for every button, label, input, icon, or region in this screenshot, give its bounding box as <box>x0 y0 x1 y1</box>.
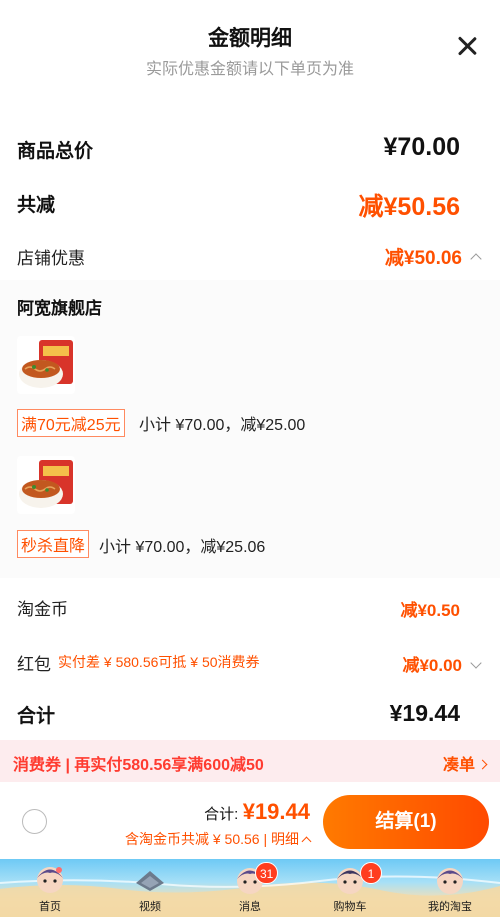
product-image-2 <box>17 456 75 514</box>
tab-profile-label: 我的淘宝 <box>428 901 472 913</box>
tab-profile[interactable]: 我的淘宝 <box>400 859 500 917</box>
coins-value: 减¥0.50 <box>400 601 460 620</box>
reduce-label: 共减 <box>17 195 56 216</box>
detail-text: 含淘金币共减 ¥ 50.56 | 明细 <box>124 831 299 847</box>
select-all-radio[interactable] <box>22 809 47 834</box>
video-icon <box>136 871 164 891</box>
goods-total-label: 商品总价 <box>17 141 94 162</box>
tab-messages-label: 消息 <box>239 901 261 913</box>
promo-tag-1: 满70元减25元 <box>17 409 125 437</box>
tab-home-label: 首页 <box>39 901 61 913</box>
checkout-total: 合计: ¥19.44 <box>204 799 310 825</box>
total-value: ¥19.44 <box>389 700 460 726</box>
home-avatar-icon <box>37 867 63 893</box>
tab-video-label: 视频 <box>139 901 161 913</box>
total-label: 合计 <box>17 706 56 727</box>
tab-cart-label: 购物车 <box>333 901 367 913</box>
amount-detail-sheet: 金额明细 实际优惠金额请以下单页为准 商品总价 ¥70.00 共减 减¥50.5… <box>0 0 500 785</box>
caret-up-icon <box>301 836 312 847</box>
checkout-button[interactable]: 结算(1) <box>323 795 489 849</box>
store-name: 阿宽旗舰店 <box>17 299 102 318</box>
cart-badge: 1 <box>360 862 382 884</box>
sheet-title: 金额明细 <box>208 27 292 50</box>
coins-label: 淘金币 <box>17 600 68 619</box>
checkout-total-label: 合计: <box>204 806 239 823</box>
hongbao-note: 实付差 ¥ 580.56可抵 ¥ 50消费券 <box>58 654 260 670</box>
close-icon[interactable] <box>452 32 482 62</box>
profile-avatar-icon <box>437 868 463 894</box>
chevron-up-icon[interactable] <box>470 253 482 265</box>
promo-tag-2: 秒杀直降 <box>17 530 90 558</box>
checkout-bar: 合计: ¥19.44 含淘金币共减 ¥ 50.56 | 明细 结算(1) <box>0 785 500 859</box>
detail-toggle[interactable]: 含淘金币共减 ¥ 50.56 | 明细 <box>124 829 312 849</box>
add-items-link[interactable]: 凑单 <box>442 751 488 775</box>
coupon-bar: 消费券 | 再实付580.56享满600减50 凑单 <box>0 740 500 782</box>
tab-home[interactable]: 首页 <box>0 859 100 917</box>
tab-messages[interactable]: 31 消息 <box>200 859 300 917</box>
item-subtotal-2: 小计 ¥70.00，减¥25.06 <box>99 539 266 556</box>
store-discount-detail: 阿宽旗舰店 满70元减25元 小计 ¥70.00，减¥25.00 秒杀直降 小计… <box>0 280 500 578</box>
reduce-value: 减¥50.56 <box>358 193 460 221</box>
tab-video[interactable]: 视频 <box>100 859 200 917</box>
hongbao-value: 减¥0.00 <box>402 656 462 675</box>
messages-badge: 31 <box>255 862 279 884</box>
tab-cart[interactable]: 1 购物车 <box>300 859 400 917</box>
goods-total-value: ¥70.00 <box>383 133 460 161</box>
chevron-right-icon <box>477 759 488 770</box>
chevron-down-icon[interactable] <box>470 657 482 669</box>
product-image-1 <box>17 336 75 394</box>
bottom-tab-bar: 首页 视频 31 消息 1 购物车 我的淘宝 <box>0 859 500 917</box>
checkout-total-value: ¥19.44 <box>242 799 310 824</box>
add-items-label: 凑单 <box>442 757 475 774</box>
item-subtotal-1: 小计 ¥70.00，减¥25.00 <box>139 417 306 434</box>
shop-discount-label: 店铺优惠 <box>17 249 85 268</box>
shop-discount-value: 减¥50.06 <box>384 248 462 269</box>
hongbao-label: 红包 <box>17 655 51 674</box>
coupon-text: 消费券 | 再实付580.56享满600减50 <box>13 757 264 774</box>
sheet-subtitle: 实际优惠金额请以下单页为准 <box>145 61 354 78</box>
